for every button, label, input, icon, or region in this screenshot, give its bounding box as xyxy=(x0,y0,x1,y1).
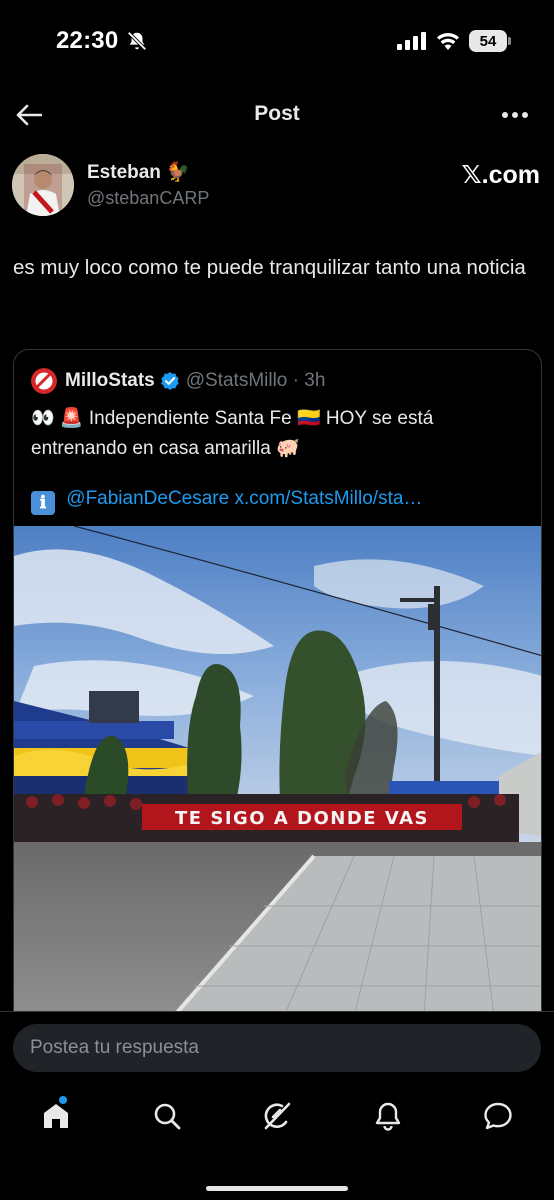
quoted-photo[interactable]: TE SIGO A DONDE VAS xyxy=(14,526,542,1016)
nav-search[interactable] xyxy=(141,1090,193,1142)
author-handle[interactable]: @stebanCARP xyxy=(87,188,209,209)
page-title: Post xyxy=(254,102,300,125)
nav-header: Post xyxy=(0,92,554,138)
url-link[interactable]: x.com/StatsMillo/sta… xyxy=(234,488,422,509)
nav-home[interactable] xyxy=(30,1090,82,1142)
bell-off-icon xyxy=(127,31,147,51)
quote-avatar[interactable] xyxy=(31,368,57,394)
home-indicator[interactable] xyxy=(206,1186,348,1191)
verified-icon xyxy=(161,372,179,390)
avatar[interactable] xyxy=(12,154,74,216)
nav-grok[interactable] xyxy=(251,1090,303,1142)
wifi-icon xyxy=(437,32,459,50)
notifications-icon xyxy=(375,1102,401,1131)
more-button[interactable] xyxy=(498,100,532,130)
home-icon xyxy=(44,1104,68,1128)
quote-text: 👀 🚨 Independiente Santa Fe 🇨🇴 HOY se est… xyxy=(31,408,434,459)
reply-input[interactable] xyxy=(13,1024,541,1072)
quote-handle-time: @StatsMillo · 3h xyxy=(185,370,326,391)
grok-icon xyxy=(264,1102,291,1130)
bottom-nav xyxy=(0,1090,554,1142)
messages-icon xyxy=(484,1102,512,1130)
notification-dot xyxy=(59,1096,67,1104)
search-icon xyxy=(154,1103,181,1130)
banner-text: TE SIGO A DONDE VAS xyxy=(175,808,429,829)
nav-notifications[interactable] xyxy=(362,1090,414,1142)
post-text: es muy loco como te puede tranquilizar t… xyxy=(13,256,526,279)
quote-links: ℹ @FabianDeCesare x.com/StatsMillo/sta… xyxy=(31,484,531,515)
status-bar: 22:30 54 xyxy=(0,0,554,84)
quote-author-name[interactable]: MilloStats xyxy=(65,370,155,392)
source-label: 𝕏.com xyxy=(461,161,541,189)
author-row: Esteban 🐓 @stebanCARP 𝕏.com xyxy=(12,154,542,218)
battery-level: 54 xyxy=(479,32,497,50)
status-time: 22:30 xyxy=(56,27,119,54)
signal-icon xyxy=(397,32,426,50)
mention-link[interactable]: @FabianDeCesare xyxy=(66,488,229,509)
battery-icon: 54 xyxy=(469,30,511,52)
avatar-image xyxy=(12,154,74,216)
author-name[interactable]: Esteban 🐓 xyxy=(87,160,190,184)
nav-messages[interactable] xyxy=(472,1090,524,1142)
quoted-post-header: MilloStats @StatsMillo · 3h xyxy=(31,368,325,394)
info-icon: ℹ xyxy=(31,491,55,515)
quoted-post[interactable]: MilloStats @StatsMillo · 3h 👀 🚨 Independ… xyxy=(13,349,542,1049)
more-horizontal-icon xyxy=(502,112,528,118)
